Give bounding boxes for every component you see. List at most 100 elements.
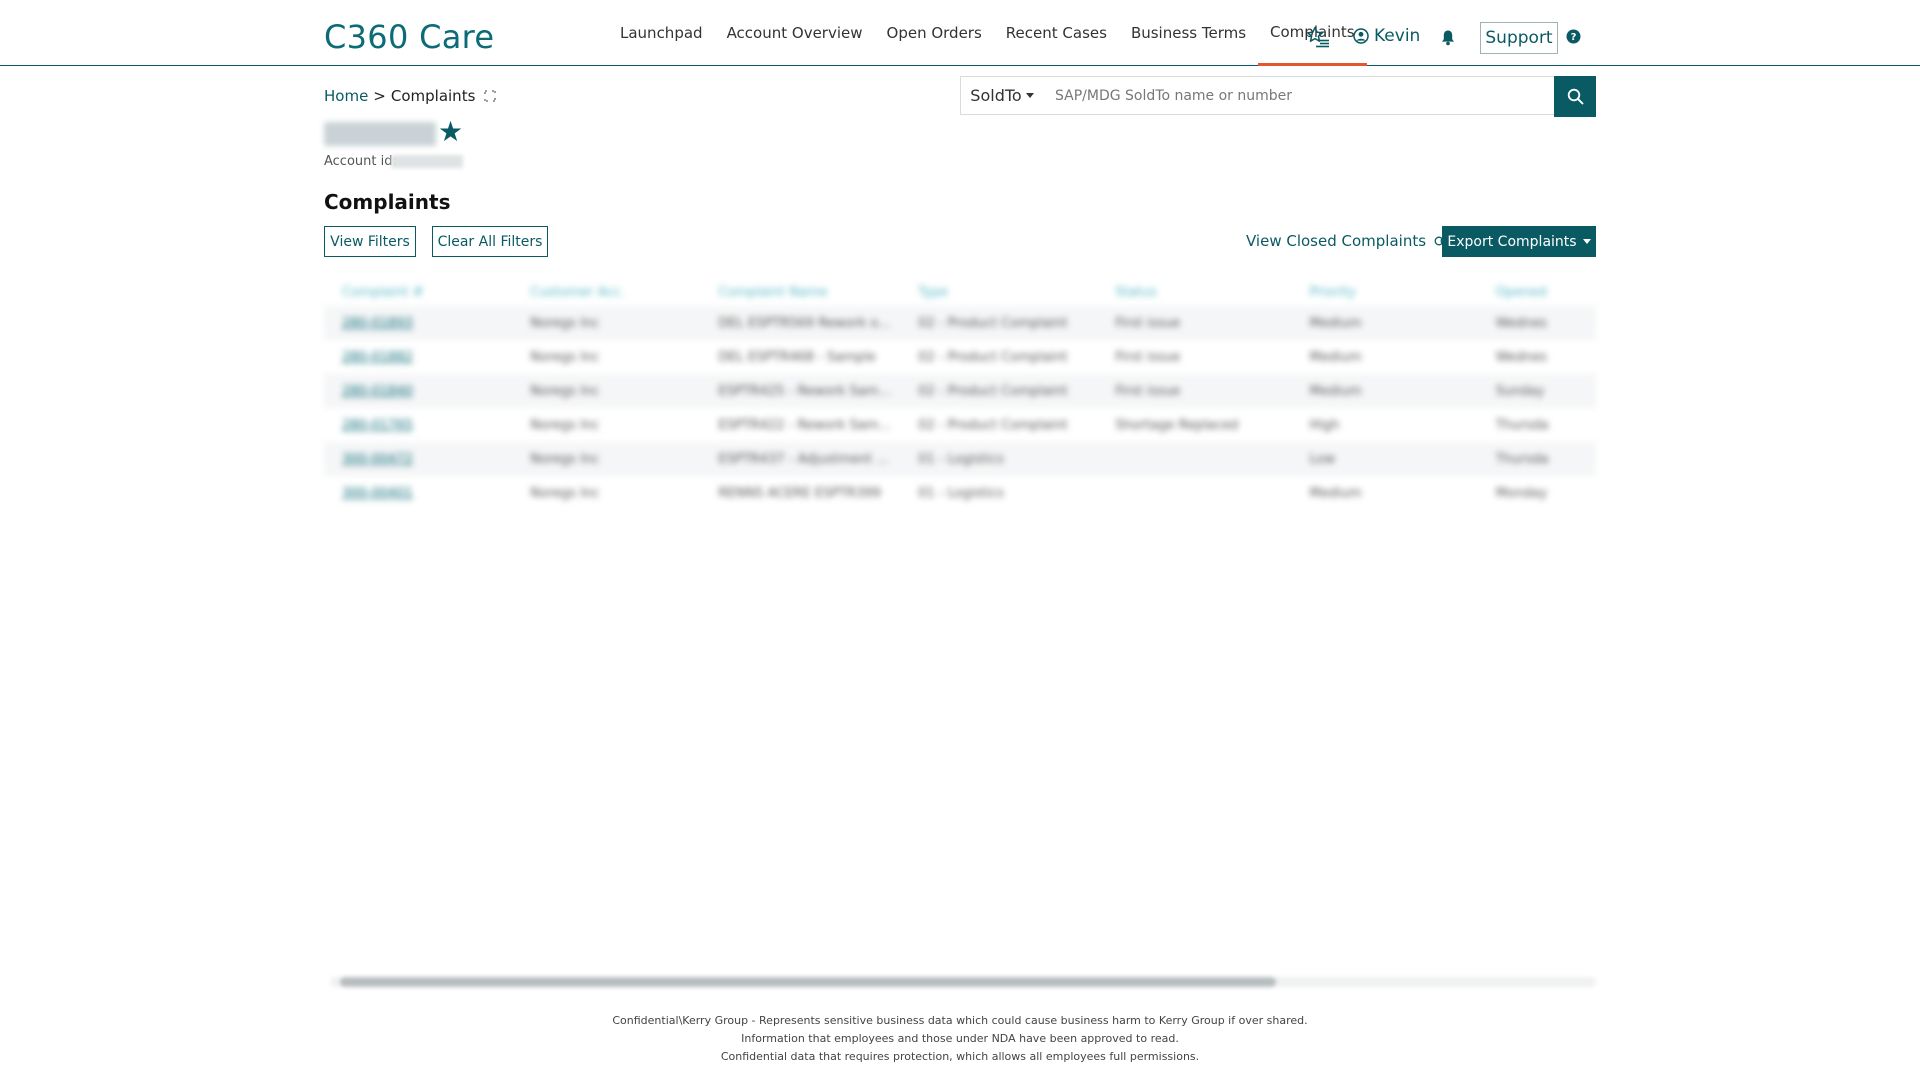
support-button[interactable]: Support [1480,22,1558,54]
search-input[interactable] [1043,77,1554,114]
table-cell: Medium [1291,306,1478,340]
star-icon[interactable]: ★ [438,118,463,146]
table-cell: 01 - Logistics [918,485,1004,501]
table-cell: Sunday [1477,374,1596,408]
account-name-redacted [324,122,436,146]
table-cell: Noregs Inc [512,442,701,476]
column-header[interactable]: Opened [1478,278,1596,306]
main-nav: Launchpad Account Overview Open Orders R… [608,0,1367,66]
svg-text:?: ? [1571,32,1577,43]
nav-open-orders[interactable]: Open Orders [875,0,994,66]
export-complaints-button[interactable]: Export Complaints [1442,226,1596,257]
confidentiality-footer: Confidential\Kerry Group - Represents se… [0,1012,1920,1066]
table-header-row: Complaint # Customer Acc. Complaint Name… [324,278,1596,306]
view-filters-button[interactable]: View Filters [324,226,416,257]
table-cell: High [1309,417,1340,433]
column-header[interactable]: Priority [1292,278,1478,306]
table-cell: Noregs Inc [512,306,701,340]
table-row[interactable]: 280-01840 Noregs Inc ESPTR425 - Rework S… [324,374,1596,408]
footer-line-2: Information that employees and those und… [741,1032,1179,1045]
bell-icon[interactable] [1440,28,1456,46]
user-name: Kevin [1374,26,1421,46]
table-cell: Noregs Inc [530,485,600,501]
chevron-down-icon [1025,93,1034,98]
horizontal-scrollbar[interactable] [330,974,1596,990]
table-cell: Medium [1291,374,1478,408]
table-cell: Wednes [1477,306,1596,340]
table-cell: First issue [1115,349,1181,365]
complaint-number-link[interactable]: 300-00472 [324,442,513,476]
search-scope-dropdown[interactable]: SoldTo [961,77,1043,114]
column-header[interactable]: Complaint # [324,278,512,306]
breadcrumb-separator: > [373,87,386,105]
view-closed-label: View Closed Complaints [1246,232,1427,250]
column-header[interactable]: Status [1097,278,1291,306]
complaint-number-link[interactable]: 280-01893 [324,306,513,340]
table-cell: RENNS ACERE ESPTR399 [718,485,881,501]
table-cell: Monday [1495,485,1548,501]
table-row[interactable]: 280-01765 Noregs Inc ESPTR422 - Rework S… [324,408,1596,442]
search-button[interactable] [1554,76,1596,117]
column-header[interactable]: Type [900,278,1097,306]
expand-icon[interactable] [484,90,497,102]
table-cell: DEL ESPTR468 - Sample [718,349,876,365]
clear-all-filters-button[interactable]: Clear All Filters [432,226,548,257]
table-cell: Low [1291,442,1478,476]
table-cell: Noregs Inc [530,417,600,433]
table-cell [1097,442,1292,476]
table-cell [1097,476,1291,510]
brand-logo[interactable]: C360 Care [324,18,494,56]
table-cell: First issue [1097,374,1292,408]
favorites-list-icon[interactable] [1306,26,1330,48]
view-closed-complaints-toggle[interactable]: View Closed Complaints [1246,232,1450,250]
complaint-number-link[interactable]: 280-01840 [324,374,513,408]
complaints-table: Complaint # Customer Acc. Complaint Name… [324,278,1596,514]
breadcrumb-home[interactable]: Home [324,87,368,105]
table-row[interactable]: 280-01882 Noregs Inc DEL ESPTR468 - Samp… [324,340,1596,374]
account-id-label: Account id: [324,154,397,169]
nav-recent-cases[interactable]: Recent Cases [994,0,1119,66]
account-id-redacted [391,155,463,168]
question-circle-icon[interactable]: ? [1566,29,1581,44]
footer-line-3: Confidential data that requires protecti… [720,1050,1200,1063]
nav-account-overview[interactable]: Account Overview [715,0,875,66]
search-scope-label: SoldTo [970,86,1022,105]
table-cell: Noregs Inc [530,349,600,365]
page-title: Complaints [324,190,451,214]
table-cell: ESPTR422 - Rework Sam... [718,417,891,433]
table-cell: DEL ESPTR569 Rework o... [700,306,901,340]
user-circle-icon [1353,28,1369,44]
footer-line-1: Confidential\Kerry Group - Represents se… [612,1014,1308,1027]
table-cell: Wednes [1495,349,1548,365]
export-label: Export Complaints [1447,233,1577,250]
table-cell: Shortage Replaced [1115,417,1239,433]
table-cell: Noregs Inc [512,374,701,408]
table-cell: 02 - Product Complaint [918,417,1068,433]
column-header[interactable]: Complaint Name [700,278,900,306]
table-cell: First issue [1097,306,1292,340]
table-row[interactable]: 280-01893 Noregs Inc DEL ESPTR569 Rework… [324,306,1596,340]
nav-business-terms[interactable]: Business Terms [1119,0,1258,66]
table-cell: ESPTR425 - Rework Sam... [700,374,901,408]
complaint-number-link[interactable]: 300-00401 [324,476,512,510]
table-cell: Medium [1309,485,1362,501]
table-cell: Thursda [1477,442,1596,476]
table-cell: Medium [1309,349,1362,365]
chevron-down-icon [1582,239,1591,244]
user-menu[interactable]: Kevin [1353,26,1420,46]
table-row[interactable]: 300-00472 Noregs Inc ESPTR437 - Adjustme… [324,442,1596,476]
table-cell: Thursda [1495,417,1549,433]
top-navigation-bar: C360 Care Launchpad Account Overview Ope… [0,0,1920,66]
breadcrumb-current: Complaints [390,87,476,105]
nav-launchpad[interactable]: Launchpad [608,0,715,66]
table-cell: 01 - Logistics [900,442,1098,476]
soldto-search: SoldTo [960,76,1596,117]
table-cell: 02 - Product Complaint [900,306,1098,340]
table-row[interactable]: 300-00401 Noregs Inc RENNS ACERE ESPTR39… [324,476,1596,510]
breadcrumb: Home > Complaints [324,87,497,105]
search-icon [1567,88,1583,105]
complaint-number-link[interactable]: 280-01765 [324,408,512,442]
column-header[interactable]: Customer Acc. [512,278,700,306]
complaint-number-link[interactable]: 280-01882 [324,340,512,374]
scrollbar-thumb[interactable] [340,977,1276,987]
